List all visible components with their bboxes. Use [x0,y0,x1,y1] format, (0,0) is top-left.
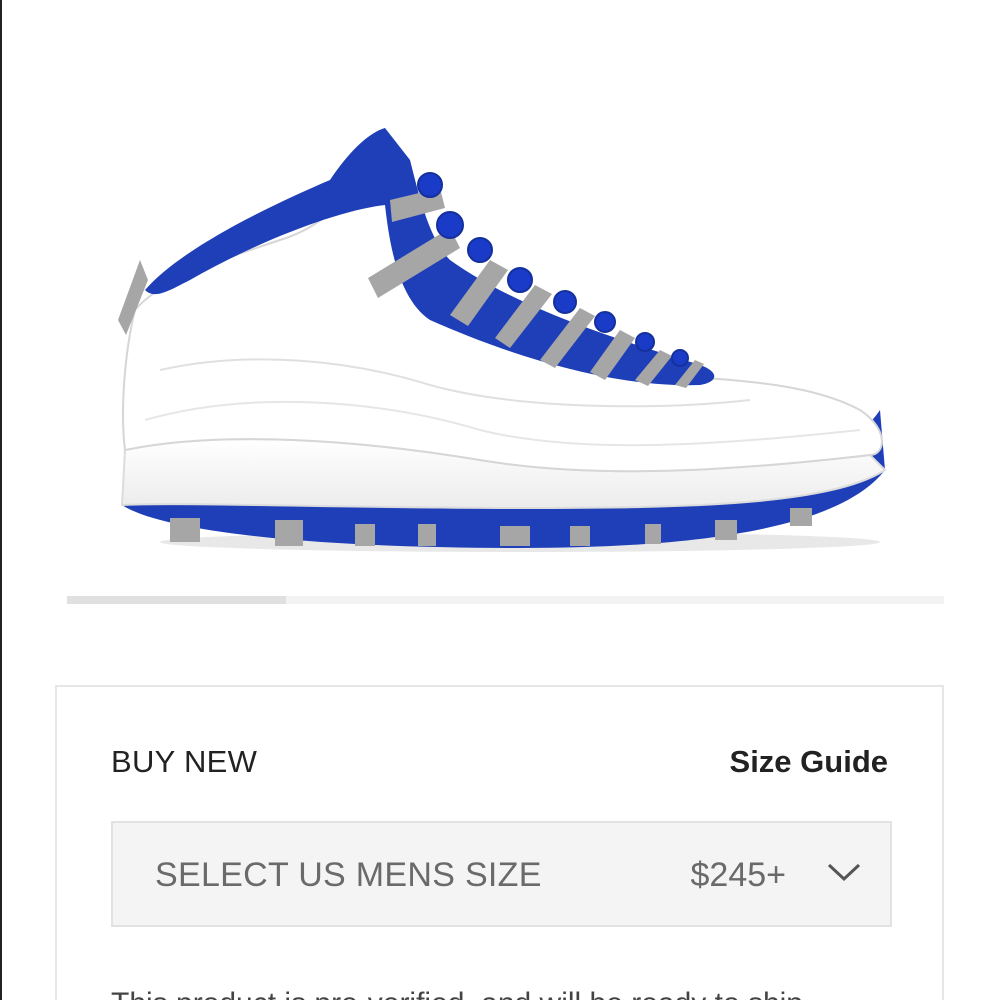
sneaker-image [118,128,887,552]
image-carousel-progress-bar [67,596,287,604]
size-select-dropdown[interactable]: SELECT US MENS SIZE $245+ [111,821,892,927]
image-carousel-progress-track [67,596,944,604]
chevron-down-icon [827,863,861,882]
size-select-price: $245+ [690,856,787,894]
product-page: BUY NEW Size Guide SELECT US MENS SIZE $… [0,0,1000,1000]
verification-info-text: This product is pre-verified, and will b… [111,987,803,1000]
buy-panel: BUY NEW Size Guide SELECT US MENS SIZE $… [55,685,944,1000]
size-select-placeholder: SELECT US MENS SIZE [155,856,542,894]
size-guide-link[interactable]: Size Guide [730,744,888,780]
buy-new-heading: BUY NEW [111,744,258,779]
window-edge [0,0,2,1000]
